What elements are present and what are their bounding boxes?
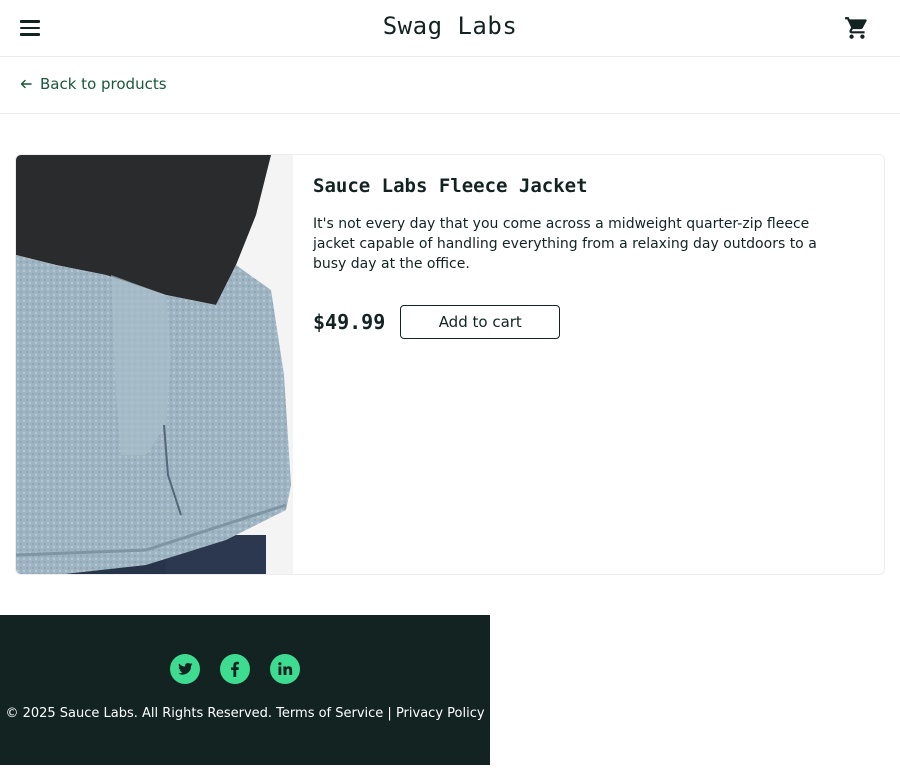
product-description: It's not every day that you come across … <box>313 216 817 272</box>
twitter-icon[interactable] <box>170 654 200 684</box>
price-row: $49.99 Add to cart <box>313 305 561 339</box>
secondary-header: Back to products <box>0 57 900 114</box>
linkedin-icon[interactable] <box>270 654 300 684</box>
shopping-cart-icon[interactable] <box>844 15 870 41</box>
social-links <box>170 654 300 684</box>
app-logo: Swag Labs <box>382 12 518 40</box>
primary-header: Swag Labs <box>0 0 900 57</box>
arrow-left-icon <box>20 79 32 89</box>
product-name: Sauce Labs Fleece Jacket <box>313 175 588 197</box>
back-to-products-button[interactable]: Back to products <box>20 75 167 93</box>
facebook-icon[interactable] <box>220 654 250 684</box>
product-image <box>16 155 293 574</box>
copyright-text: © 2025 Sauce Labs. All Rights Reserved. … <box>5 706 485 721</box>
footer: © 2025 Sauce Labs. All Rights Reserved. … <box>0 615 490 765</box>
add-to-cart-button[interactable]: Add to cart <box>400 305 561 339</box>
product-price: $49.99 <box>313 310 386 334</box>
product-details-card: Sauce Labs Fleece Jacket It's not every … <box>15 154 885 575</box>
back-to-products-label: Back to products <box>40 75 167 93</box>
product-info: Sauce Labs Fleece Jacket It's not every … <box>313 175 853 274</box>
